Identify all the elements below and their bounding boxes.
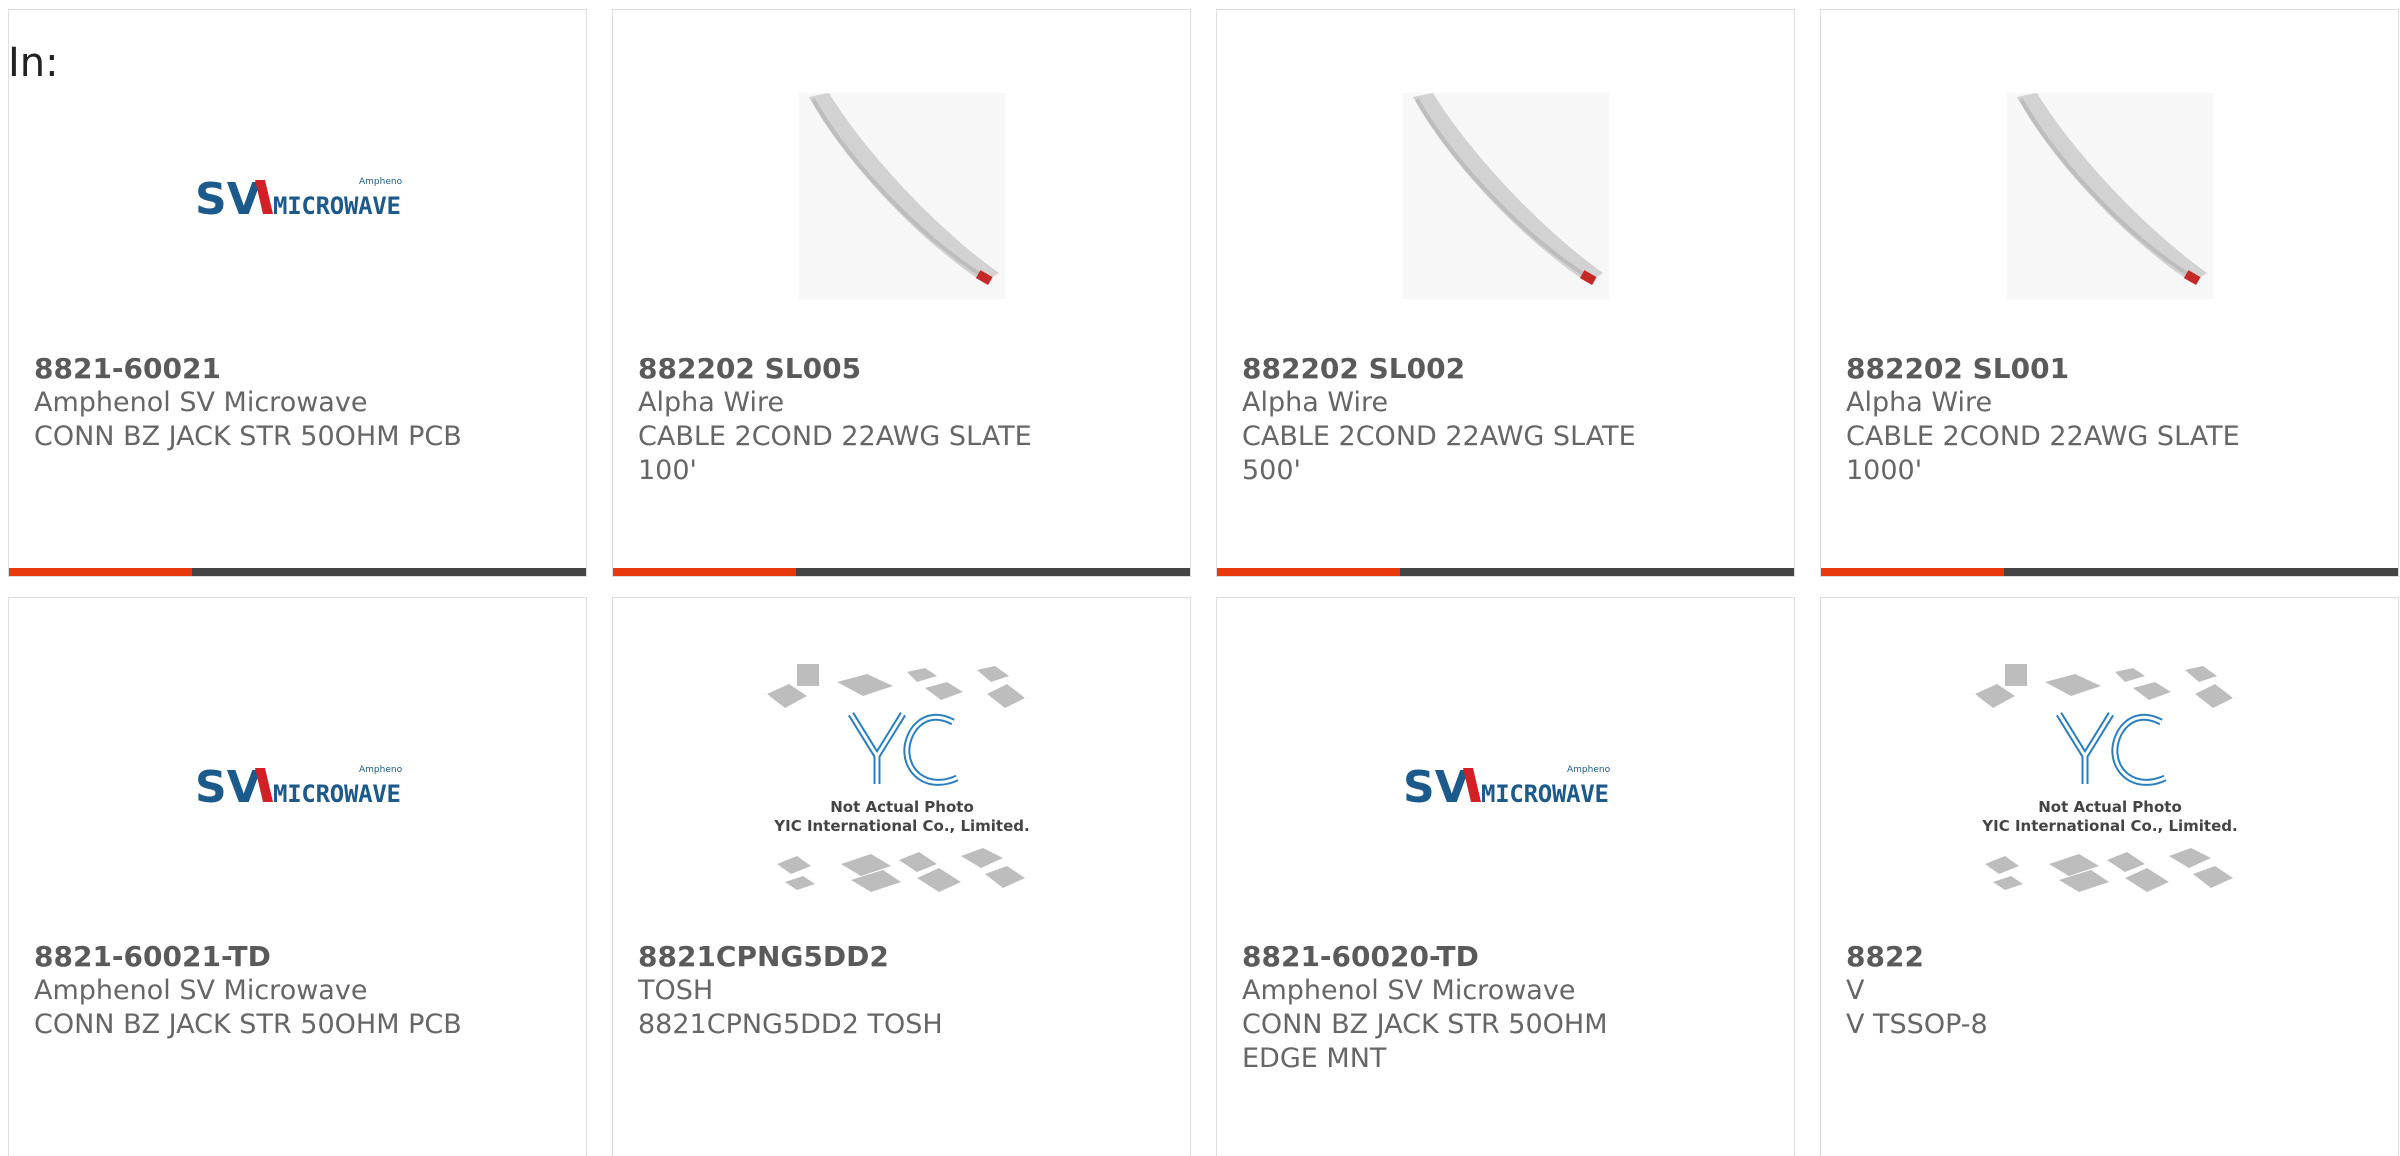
svg-text:SV: SV: [1403, 762, 1469, 808]
product-card[interactable]: SV MICROWAVE Amphenol 8821-60021-TD Amph…: [8, 597, 587, 1156]
part-number[interactable]: 8821-60021-TD: [34, 940, 464, 974]
product-info: 8821-60020-TD Amphenol SV Microwave CONN…: [1242, 940, 1672, 1076]
slate-cable-icon: [2006, 93, 2213, 299]
product-info: 882202 SL002 Alpha Wire CABLE 2COND 22AW…: [1242, 352, 1672, 488]
card-accent-bar: [1217, 568, 1400, 576]
description: CABLE 2COND 22AWG SLATE 500': [1242, 421, 1636, 486]
product-thumbnail[interactable]: [613, 76, 1190, 316]
card-bottom-bar: [1821, 568, 2398, 576]
product-card[interactable]: 882202 SL001 Alpha Wire CABLE 2COND 22AW…: [1820, 9, 2399, 577]
product-info: 8821-60021-TD Amphenol SV Microwave CONN…: [34, 940, 464, 1042]
part-number[interactable]: 8821-60020-TD: [1242, 940, 1672, 974]
product-card[interactable]: SV MICROWAVE Amphenol 8821-60020-TD Amph…: [1216, 597, 1795, 1156]
filter-in-label: In:: [8, 40, 59, 86]
sv-microwave-logo-icon: SV MICROWAVE Amphenol: [1403, 762, 1611, 808]
svg-text:Amphenol: Amphenol: [359, 765, 403, 775]
manufacturer: V: [1846, 975, 1865, 1006]
product-card[interactable]: 882202 SL005 Alpha Wire CABLE 2COND 22AW…: [612, 9, 1191, 577]
part-number[interactable]: 882202 SL001: [1846, 352, 2276, 386]
manufacturer: Alpha Wire: [1846, 387, 1993, 418]
svg-text:Not Actual Photo: Not Actual Photo: [2038, 798, 2182, 816]
description: CABLE 2COND 22AWG SLATE 100': [638, 421, 1032, 486]
part-number[interactable]: 882202 SL005: [638, 352, 1068, 386]
description: CONN BZ JACK STR 50OHM PCB: [34, 421, 462, 452]
manufacturer: Amphenol SV Microwave: [34, 975, 368, 1006]
description: V TSSOP-8: [1846, 1009, 1988, 1040]
card-accent-bar: [613, 568, 796, 576]
product-info: 8821-60021 Amphenol SV Microwave CONN BZ…: [34, 352, 464, 454]
product-thumbnail[interactable]: [1217, 76, 1794, 316]
description: CONN BZ JACK STR 50OHM EDGE MNT: [1242, 1009, 1608, 1074]
product-card[interactable]: Not Actual Photo YIC International Co., …: [612, 597, 1191, 1156]
manufacturer: Alpha Wire: [1242, 387, 1389, 418]
svg-text:MICROWAVE: MICROWAVE: [273, 780, 401, 808]
product-grid: SV MICROWAVE Amphenol 8821-60021 Ampheno…: [8, 9, 2399, 577]
description: 8821CPNG5DD2 TOSH: [638, 1009, 943, 1040]
card-accent-bar: [1821, 568, 2004, 576]
slate-cable-icon: [798, 93, 1005, 299]
product-grid-row-2: SV MICROWAVE Amphenol 8821-60021-TD Amph…: [8, 597, 2399, 1156]
product-info: 882202 SL005 Alpha Wire CABLE 2COND 22AW…: [638, 352, 1068, 488]
svg-text:MICROWAVE: MICROWAVE: [273, 192, 401, 220]
svg-text:MICROWAVE: MICROWAVE: [1481, 780, 1609, 808]
card-bottom-bar: [9, 568, 586, 576]
sv-microwave-logo-icon: SV MICROWAVE Amphenol: [195, 762, 403, 808]
svg-text:Not Actual Photo: Not Actual Photo: [830, 798, 974, 816]
manufacturer: Amphenol SV Microwave: [1242, 975, 1576, 1006]
card-accent-bar: [9, 568, 192, 576]
product-card[interactable]: SV MICROWAVE Amphenol 8821-60021 Ampheno…: [8, 9, 587, 577]
svg-text:Amphenol: Amphenol: [359, 177, 403, 187]
product-info: 8822 V V TSSOP-8: [1846, 940, 2276, 1042]
sv-microwave-logo-icon: SV MICROWAVE Amphenol: [195, 174, 403, 220]
yic-placeholder-icon: Not Actual Photo YIC International Co., …: [766, 664, 1029, 892]
product-info: 882202 SL001 Alpha Wire CABLE 2COND 22AW…: [1846, 352, 2276, 488]
product-thumbnail[interactable]: Not Actual Photo YIC International Co., …: [1821, 664, 2398, 904]
manufacturer: TOSH: [638, 975, 714, 1006]
product-thumbnail[interactable]: SV MICROWAVE Amphenol: [1217, 664, 1794, 904]
yic-placeholder-icon: Not Actual Photo YIC International Co., …: [1974, 664, 2237, 892]
product-thumbnail[interactable]: SV MICROWAVE Amphenol: [9, 664, 586, 904]
slate-cable-icon: [1402, 93, 1609, 299]
product-info: 8821CPNG5DD2 TOSH 8821CPNG5DD2 TOSH: [638, 940, 1068, 1042]
svg-text:YIC International Co., Limited: YIC International Co., Limited.: [773, 817, 1029, 835]
product-card[interactable]: 882202 SL002 Alpha Wire CABLE 2COND 22AW…: [1216, 9, 1795, 577]
description: CABLE 2COND 22AWG SLATE 1000': [1846, 421, 2240, 486]
svg-text:Amphenol: Amphenol: [1567, 765, 1611, 775]
part-number[interactable]: 882202 SL002: [1242, 352, 1672, 386]
svg-text:SV: SV: [195, 174, 261, 220]
product-card[interactable]: Not Actual Photo YIC International Co., …: [1820, 597, 2399, 1156]
product-results-page: In: SV MICROWAVE Amphenol 8821-60021 Amp…: [0, 0, 2400, 1156]
manufacturer: Amphenol SV Microwave: [34, 387, 368, 418]
card-bottom-bar: [1217, 568, 1794, 576]
svg-text:SV: SV: [195, 762, 261, 808]
description: CONN BZ JACK STR 50OHM PCB: [34, 1009, 462, 1040]
product-thumbnail[interactable]: [1821, 76, 2398, 316]
card-bottom-bar: [613, 568, 1190, 576]
svg-text:YIC International Co., Limited: YIC International Co., Limited.: [1981, 817, 2237, 835]
manufacturer: Alpha Wire: [638, 387, 785, 418]
product-thumbnail[interactable]: Not Actual Photo YIC International Co., …: [613, 664, 1190, 904]
part-number[interactable]: 8821-60021: [34, 352, 464, 386]
product-thumbnail[interactable]: SV MICROWAVE Amphenol: [9, 76, 586, 316]
part-number[interactable]: 8821CPNG5DD2: [638, 940, 1068, 974]
part-number[interactable]: 8822: [1846, 940, 2276, 974]
